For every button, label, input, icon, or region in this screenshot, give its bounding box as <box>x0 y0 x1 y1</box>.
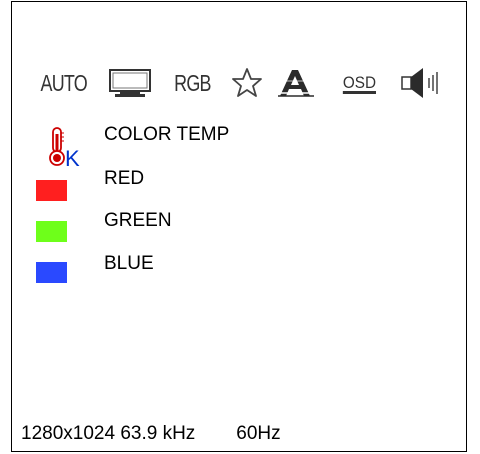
green-item[interactable] <box>36 217 67 245</box>
speaker-icon <box>401 68 438 98</box>
refresh-rate-text: 60Hz <box>236 423 281 444</box>
star-icon <box>232 68 262 97</box>
blue-item[interactable] <box>36 258 67 286</box>
color-temp-label: COLOR TEMP <box>104 124 230 145</box>
rgb-label: RGB <box>173 69 211 96</box>
green-label: GREEN <box>104 210 172 231</box>
auto-label: AUTO <box>40 69 88 96</box>
red-label: RED <box>104 168 145 189</box>
rgb-tab[interactable]: RGB <box>162 62 222 104</box>
osd-tab[interactable]: OSD <box>336 62 382 104</box>
font-icon <box>278 70 314 97</box>
volume-tab[interactable] <box>398 62 444 104</box>
monitor-tab[interactable] <box>105 62 155 104</box>
osd-label: OSD <box>342 73 376 92</box>
star-tab[interactable] <box>227 62 267 104</box>
green-swatch <box>36 220 67 242</box>
blue-label: BLUE <box>104 253 154 274</box>
color-temp-item[interactable]: K <box>36 122 90 172</box>
font-tab[interactable] <box>276 62 316 104</box>
red-swatch <box>36 179 67 201</box>
resolution-text: 1280x1024 63.9 kHz <box>21 423 196 444</box>
auto-tab[interactable]: AUTO <box>30 62 98 104</box>
kelvin-text: K <box>65 146 80 171</box>
blue-swatch <box>36 261 67 283</box>
osd-toolbar: AUTO RGB OSD <box>30 62 450 104</box>
thermometer-icon: K <box>49 127 80 171</box>
red-item[interactable] <box>36 176 67 204</box>
monitor-icon <box>109 69 151 97</box>
signal-status: 1280x1024 63.9 kHz 60Hz <box>21 423 281 445</box>
